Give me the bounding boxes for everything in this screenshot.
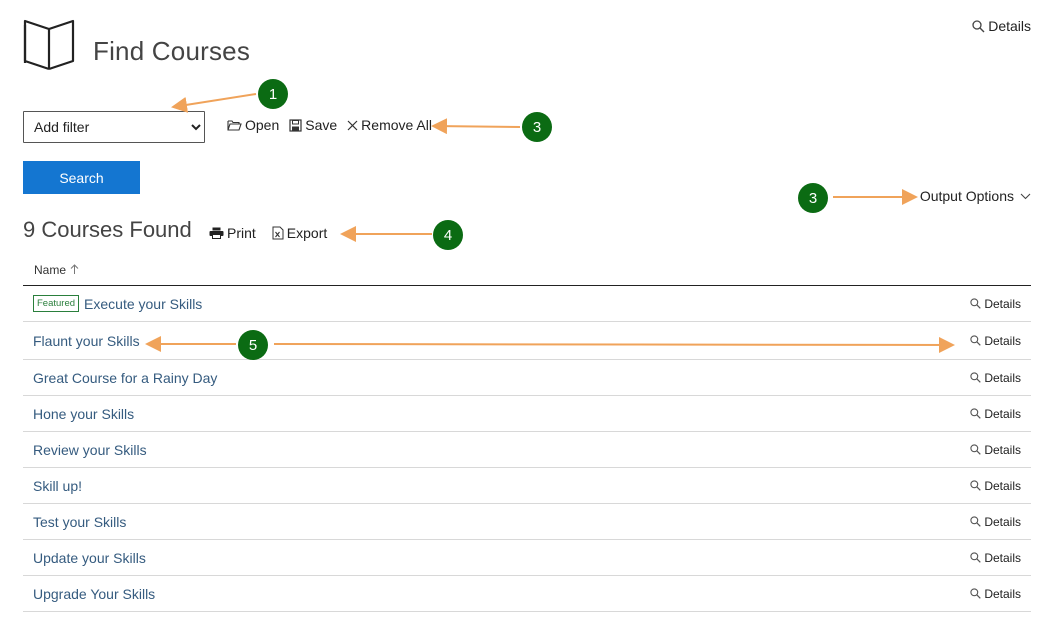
svg-text:4: 4 bbox=[444, 227, 452, 244]
header-details-label: Details bbox=[988, 18, 1031, 34]
remove-all-label: Remove All bbox=[361, 117, 432, 133]
search-icon bbox=[970, 588, 982, 599]
row-name-cell: Update your Skills bbox=[33, 550, 146, 566]
table-row: Great Course for a Rainy Day Details bbox=[23, 360, 1031, 396]
sort-ascending-icon bbox=[70, 264, 79, 274]
print-button[interactable]: Print bbox=[209, 225, 256, 241]
row-name-cell: Skill up! bbox=[33, 478, 82, 494]
book-icon bbox=[23, 19, 75, 71]
export-button[interactable]: Export bbox=[272, 225, 327, 241]
print-label: Print bbox=[227, 225, 256, 241]
annotation-arrow-1 bbox=[171, 93, 257, 113]
course-link[interactable]: Update your Skills bbox=[33, 550, 146, 566]
table-row: Skill up! Details bbox=[23, 468, 1031, 504]
course-link[interactable]: Test your Skills bbox=[33, 514, 126, 530]
column-header-label: Name bbox=[34, 262, 67, 277]
results-count-heading: 9 Courses Found bbox=[23, 217, 192, 242]
add-filter-select[interactable]: Add filter bbox=[23, 111, 205, 143]
course-link[interactable]: Hone your Skills bbox=[33, 406, 134, 422]
output-options-toggle[interactable]: Output Options bbox=[920, 188, 1031, 204]
course-link[interactable]: Execute your Skills bbox=[84, 296, 202, 312]
row-details-label: Details bbox=[984, 406, 1021, 421]
excel-file-icon bbox=[272, 226, 284, 240]
save-button[interactable]: Save bbox=[289, 117, 337, 133]
course-link[interactable]: Great Course for a Rainy Day bbox=[33, 370, 217, 386]
row-name-cell: Hone your Skills bbox=[33, 406, 134, 422]
search-icon bbox=[970, 516, 982, 527]
row-details-link[interactable]: Details bbox=[970, 443, 1021, 457]
course-link[interactable]: Review your Skills bbox=[33, 442, 147, 458]
close-icon bbox=[347, 120, 358, 130]
column-header-name[interactable]: Name bbox=[23, 254, 1031, 286]
callout-3a: 3 bbox=[522, 112, 552, 142]
open-button[interactable]: Open bbox=[227, 117, 279, 133]
row-name-cell: Great Course for a Rainy Day bbox=[33, 370, 217, 386]
open-label: Open bbox=[245, 117, 280, 133]
chevron-down-icon bbox=[1020, 193, 1031, 199]
row-name-cell: Flaunt your Skills bbox=[33, 333, 140, 349]
results-toolbar: Print Export bbox=[209, 225, 327, 241]
row-details-link[interactable]: Details bbox=[970, 479, 1021, 493]
row-details-label: Details bbox=[984, 586, 1021, 601]
output-options-label: Output Options bbox=[919, 188, 1014, 204]
course-link[interactable]: Upgrade Your Skills bbox=[33, 586, 155, 602]
search-icon bbox=[970, 298, 982, 309]
courses-table: Name Featured Execute your Skills Details F… bbox=[23, 254, 1031, 612]
row-details-link[interactable]: Details bbox=[970, 407, 1021, 421]
course-link[interactable]: Skill up! bbox=[33, 478, 82, 494]
table-row: Featured Execute your Skills Details bbox=[23, 286, 1031, 322]
annotation-arrow-3a bbox=[431, 118, 521, 135]
floppy-disk-icon bbox=[289, 118, 302, 132]
callout-4: 4 bbox=[433, 220, 463, 250]
row-name-cell: Upgrade Your Skills bbox=[33, 586, 155, 602]
row-details-link[interactable]: Details bbox=[970, 334, 1021, 348]
search-icon bbox=[970, 408, 982, 419]
row-details-label: Details bbox=[984, 296, 1021, 311]
row-name-cell: Review your Skills bbox=[33, 442, 147, 458]
search-icon bbox=[972, 19, 985, 32]
svg-text:3: 3 bbox=[533, 119, 541, 136]
filter-toolbar: Open Save Remove All bbox=[227, 117, 432, 133]
row-details-link[interactable]: Details bbox=[970, 297, 1021, 311]
search-icon bbox=[970, 444, 982, 455]
svg-text:3: 3 bbox=[809, 190, 817, 207]
row-details-label: Details bbox=[984, 514, 1021, 529]
course-link[interactable]: Flaunt your Skills bbox=[33, 333, 140, 349]
row-details-link[interactable]: Details bbox=[970, 587, 1021, 601]
callout-1: 1 bbox=[258, 79, 288, 109]
row-details-label: Details bbox=[984, 333, 1021, 348]
table-row: Hone your Skills Details bbox=[23, 396, 1031, 432]
remove-all-button[interactable]: Remove All bbox=[347, 117, 432, 133]
row-details-label: Details bbox=[984, 550, 1021, 565]
row-details-label: Details bbox=[984, 442, 1021, 457]
table-row: Flaunt your Skills Details bbox=[23, 322, 1031, 360]
row-details-link[interactable]: Details bbox=[970, 371, 1021, 385]
row-details-label: Details bbox=[984, 370, 1021, 385]
row-details-label: Details bbox=[984, 478, 1021, 493]
search-icon bbox=[970, 372, 982, 383]
page-title: Find Courses bbox=[93, 36, 251, 66]
row-details-link[interactable]: Details bbox=[970, 515, 1021, 529]
featured-badge: Featured bbox=[33, 295, 80, 312]
table-row: Update your Skills Details bbox=[23, 540, 1031, 576]
search-icon bbox=[970, 335, 982, 346]
header-details-link[interactable]: Details bbox=[972, 18, 1031, 34]
save-label: Save bbox=[305, 117, 338, 133]
folder-open-icon bbox=[227, 120, 242, 131]
svg-text:1: 1 bbox=[269, 86, 277, 103]
callout-3b: 3 bbox=[798, 183, 828, 213]
table-row: Upgrade Your Skills Details bbox=[23, 576, 1031, 612]
printer-icon bbox=[209, 227, 224, 239]
row-name-cell: Test your Skills bbox=[33, 514, 126, 530]
table-row: Test your Skills Details bbox=[23, 504, 1031, 540]
search-icon bbox=[970, 552, 982, 563]
course-rows: Featured Execute your Skills Details Flaunt… bbox=[23, 286, 1031, 612]
export-label: Export bbox=[286, 225, 328, 241]
row-name-cell: Featured Execute your Skills bbox=[33, 295, 202, 312]
search-button[interactable]: Search bbox=[23, 161, 140, 194]
table-row: Review your Skills Details bbox=[23, 432, 1031, 468]
search-icon bbox=[970, 480, 982, 491]
row-details-link[interactable]: Details bbox=[970, 551, 1021, 565]
